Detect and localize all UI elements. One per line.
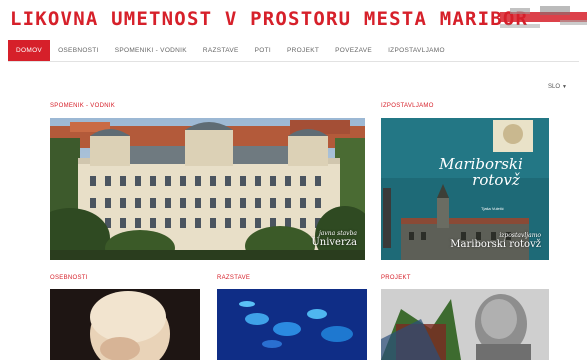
- cover-title-line2: rotovž: [472, 171, 520, 189]
- site-header: LIKOVNA UMETNOST V PROSTORU MESTA MARIBO…: [0, 0, 587, 40]
- nav-item-izpostavljamo[interactable]: IZPOSTAVLJAMO: [380, 40, 453, 61]
- project-collage-image: [381, 289, 549, 360]
- spomenik-card[interactable]: javna stavba Univerza: [50, 118, 365, 260]
- izpostavljamo-caption: izpostavljamo Mariborski rotovž: [450, 232, 541, 250]
- header-decoration: [500, 6, 587, 28]
- section-label-spomenik[interactable]: SPOMENIK - VODNIK: [50, 103, 115, 109]
- nav-item-projekt[interactable]: PROJEKT: [279, 40, 327, 61]
- site-title[interactable]: LIKOVNA UMETNOST V PROSTORU MESTA MARIBO…: [10, 8, 528, 30]
- nav-item-poti[interactable]: POTI: [247, 40, 279, 61]
- main-nav: DOMOV OSEBNOSTI SPOMENIKI - VODNIK RAZST…: [8, 40, 579, 62]
- language-selector[interactable]: SLO ▼: [548, 84, 567, 90]
- cover-title: Mariborski rotovž: [421, 156, 541, 188]
- izpostavljamo-caption-big: Mariborski rotovž: [450, 239, 541, 250]
- spomenik-caption-big: Univerza: [311, 237, 357, 248]
- nav-item-razstave[interactable]: RAZSTAVE: [195, 40, 247, 61]
- language-label: SLO: [548, 84, 561, 90]
- nav-item-domov[interactable]: DOMOV: [8, 40, 51, 61]
- section-label-razstave[interactable]: RAZSTAVE: [217, 275, 250, 281]
- spomenik-caption-small: javna stavba: [318, 230, 357, 237]
- section-label-projekt[interactable]: PROJEKT: [381, 275, 411, 281]
- section-label-izpostavljamo[interactable]: IZPOSTAVLJAMO: [381, 103, 434, 109]
- cover-author: Tjaša Vuletić: [481, 206, 504, 211]
- izpostavljamo-card[interactable]: Mariborski rotovž Tjaša Vuletić izpostav…: [381, 118, 549, 260]
- projekt-card[interactable]: [381, 289, 549, 360]
- nav-item-povezave[interactable]: POVEZAVE: [327, 40, 380, 61]
- section-label-osebnosti[interactable]: OSEBNOSTI: [50, 275, 88, 281]
- exhibition-artwork-image: [217, 289, 367, 360]
- nav-item-osebnosti[interactable]: OSEBNOSTI: [50, 40, 107, 61]
- cover-title-line1: Mariborski: [439, 155, 523, 173]
- osebnosti-card[interactable]: [50, 289, 200, 360]
- portrait-image: [50, 289, 200, 360]
- izpostavljamo-caption-small: izpostavljamo: [499, 232, 541, 239]
- nav-item-spomeniki-vodnik[interactable]: SPOMENIKI - VODNIK: [107, 40, 195, 61]
- caret-down-icon: ▼: [562, 84, 567, 90]
- spomenik-caption: javna stavba Univerza: [311, 230, 357, 248]
- razstave-card[interactable]: [217, 289, 367, 360]
